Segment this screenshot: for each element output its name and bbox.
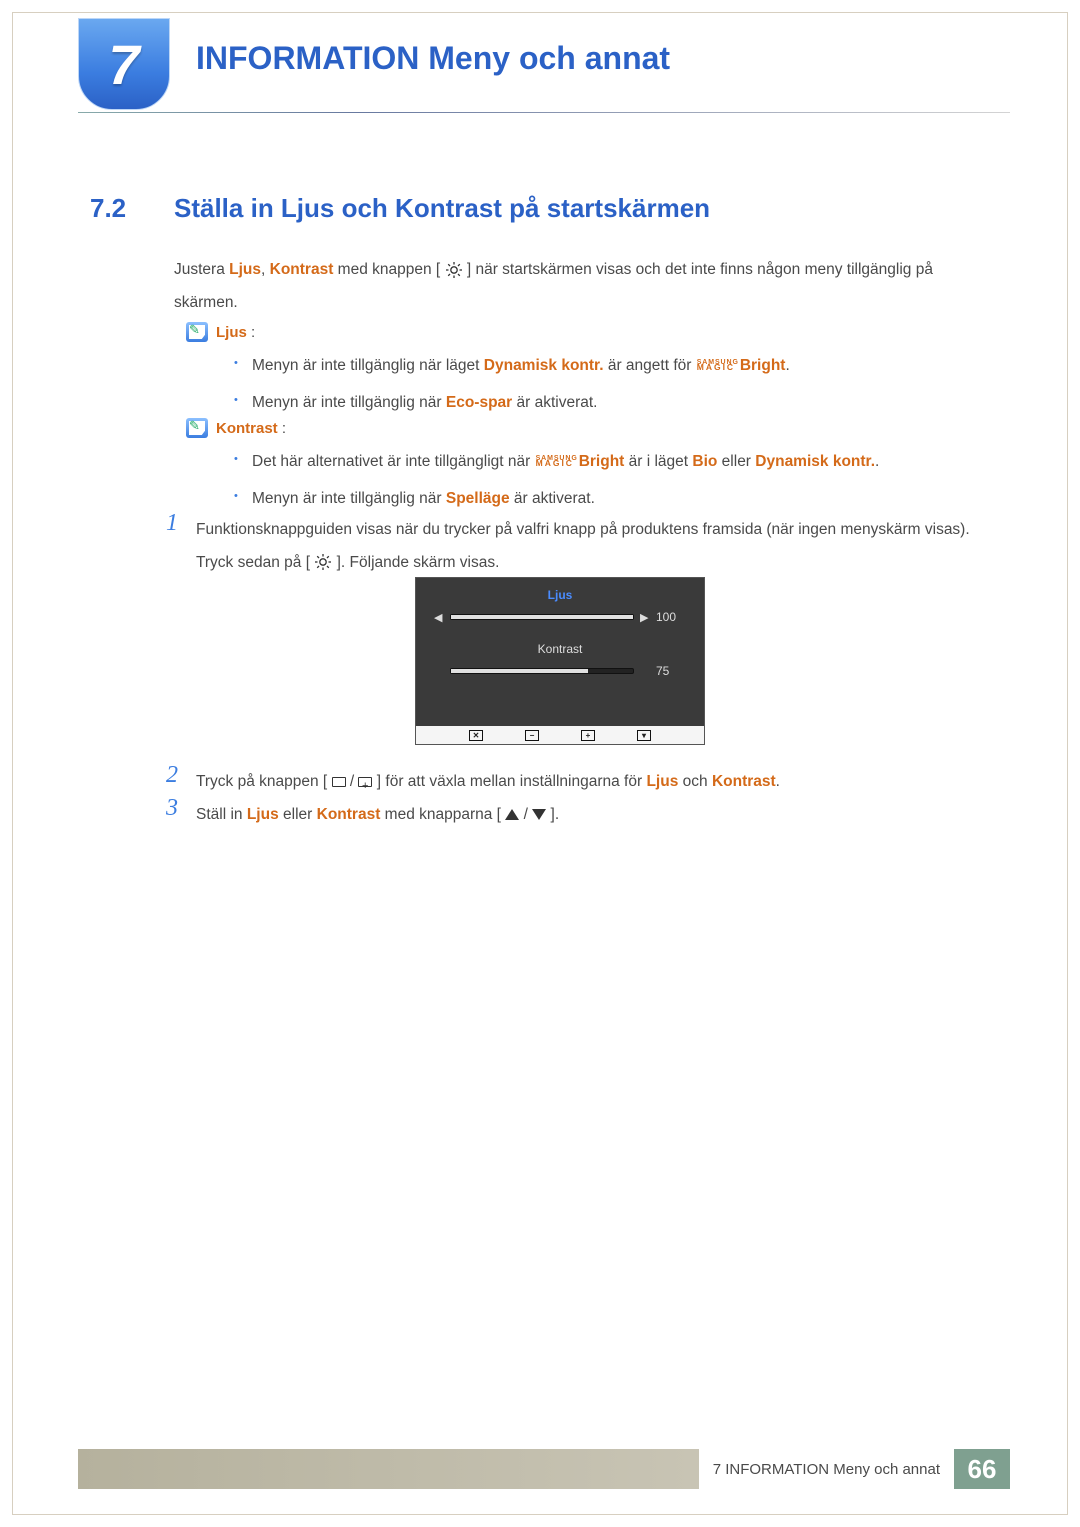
osd-kontrast-label: Kontrast <box>416 642 704 656</box>
osd-minus-icon: − <box>525 730 539 741</box>
brightness-icon <box>445 261 463 279</box>
step-2-number: 2 <box>166 762 178 789</box>
intro-paragraph: Justera Ljus, Kontrast med knappen [ ] n… <box>174 254 970 319</box>
slider-fill <box>451 615 633 619</box>
source-plus-icon <box>358 777 372 787</box>
osd-ljus-slider: ◀ ▶ 100 <box>416 610 704 624</box>
note-kontrast-label: Kontrast : <box>216 420 286 437</box>
ljus-bullet-list: Menyn är inte tillgänglig när läget Dyna… <box>234 350 970 424</box>
intro-sep: , <box>261 261 270 278</box>
samsung-magic-icon: SAMSUNGMAGIC <box>536 457 578 468</box>
osd-close-icon: ✕ <box>469 730 483 741</box>
osd-ljus-label: Ljus <box>416 588 704 602</box>
step-1-text: Funktionsknappguiden visas när du trycke… <box>196 514 970 579</box>
step-2-text: Tryck på knappen [ / ] för att växla mel… <box>196 766 970 799</box>
triangle-up-icon <box>505 809 519 820</box>
note-ljus-label: Ljus : <box>216 324 255 341</box>
source-icon <box>332 777 346 787</box>
step-3-text: Ställ in Ljus eller Kontrast med knappar… <box>196 799 970 832</box>
intro-pre: Justera <box>174 261 229 278</box>
intro-mid: med knappen [ <box>333 261 444 278</box>
note-icon <box>186 418 208 438</box>
arrow-left-icon: ◀ <box>434 611 444 624</box>
osd-screenshot: Ljus ◀ ▶ 100 Kontrast ◀ ▶ 75 ✕ − + ▾ <box>415 577 705 745</box>
slider-track <box>450 614 634 620</box>
samsung-magic-icon: SAMSUNGMAGIC <box>697 361 739 372</box>
osd-plus-icon: + <box>581 730 595 741</box>
triangle-down-icon <box>532 809 546 820</box>
slider-fill <box>451 669 588 673</box>
slider-track <box>450 668 634 674</box>
note-ljus: Ljus : <box>186 322 255 342</box>
osd-kontrast-slider: ◀ ▶ 75 <box>416 664 704 678</box>
header-divider <box>78 112 1010 113</box>
arrow-right-icon: ▶ <box>640 611 650 624</box>
brightness-icon <box>314 553 332 571</box>
osd-kontrast-value: 75 <box>656 664 686 678</box>
footer-chapter-ref: 7 INFORMATION Meny och annat <box>699 1449 954 1489</box>
page-number: 66 <box>954 1449 1010 1489</box>
footer-bar: 7 INFORMATION Meny och annat 66 <box>78 1449 1010 1489</box>
list-item: Menyn är inte tillgänglig när Eco-spar ä… <box>234 387 970 418</box>
note-icon <box>186 322 208 342</box>
osd-ljus-value: 100 <box>656 610 686 624</box>
intro-ljus: Ljus <box>229 261 261 278</box>
step-1-number: 1 <box>166 510 178 537</box>
list-item: Menyn är inte tillgänglig när Spelläge ä… <box>234 483 970 514</box>
section-title: Ställa in Ljus och Kontrast på startskär… <box>174 193 710 224</box>
footer-decoration <box>78 1449 699 1489</box>
step-3-number: 3 <box>166 795 178 822</box>
osd-button-bar: ✕ − + ▾ <box>416 726 704 744</box>
chapter-number: 7 <box>108 32 139 97</box>
list-item: Det här alternativet är inte tillgänglig… <box>234 446 970 477</box>
osd-down-icon: ▾ <box>637 730 651 741</box>
chapter-number-badge: 7 <box>78 18 170 110</box>
intro-kontrast: Kontrast <box>270 261 334 278</box>
chapter-title: INFORMATION Meny och annat <box>196 40 670 77</box>
list-item: Menyn är inte tillgänglig när läget Dyna… <box>234 350 970 381</box>
kontrast-bullet-list: Det här alternativet är inte tillgänglig… <box>234 446 970 520</box>
note-kontrast: Kontrast : <box>186 418 286 438</box>
section-number: 7.2 <box>90 193 126 224</box>
